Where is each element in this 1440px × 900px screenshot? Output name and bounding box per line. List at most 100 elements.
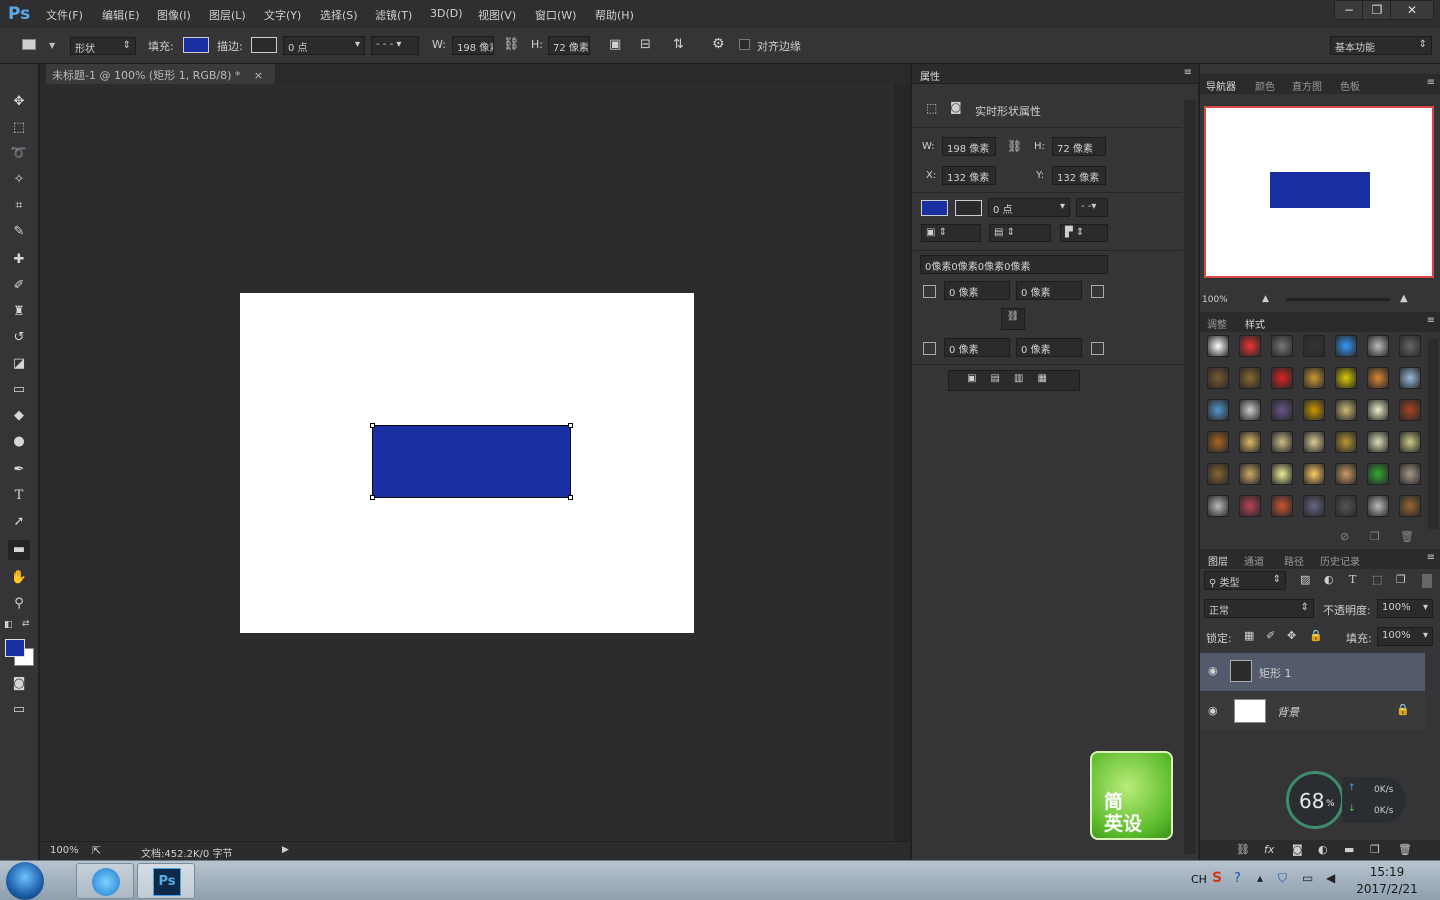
menu-layer[interactable]: 图层(L) (209, 7, 246, 23)
tab-swatches[interactable]: 色板 (1340, 78, 1360, 93)
link-corners-icon[interactable]: ⛓ (1001, 308, 1025, 330)
height-input[interactable]: 72 像素 (548, 36, 590, 55)
lock-image-icon[interactable]: ✐ (1266, 629, 1275, 642)
fill-color-swatch[interactable] (183, 37, 209, 53)
healing-brush-tool-icon[interactable]: ✚ (8, 250, 30, 270)
width-input[interactable]: 198 像素 (452, 36, 494, 55)
shield-icon[interactable]: ⛉ (1278, 871, 1287, 886)
tab-layers[interactable]: 图层 (1208, 553, 1228, 568)
style-preset[interactable] (1207, 463, 1229, 485)
delete-layer-icon[interactable]: 🗑 (1398, 843, 1412, 856)
tab-properties[interactable]: 属性 (920, 68, 940, 83)
ime-indicator[interactable]: CH (1191, 873, 1207, 886)
zoom-level[interactable]: 100% (50, 845, 79, 856)
new-style-icon[interactable]: ❐ (1370, 530, 1380, 543)
start-button[interactable] (6, 862, 44, 900)
close-window-button[interactable]: ✕ (1390, 0, 1434, 20)
prop-stroke-width-input[interactable]: 0 点 ▾ (988, 198, 1070, 217)
stroke-align-select[interactable]: ▣ ⇕ (921, 224, 981, 242)
lock-position-icon[interactable]: ✥ (1287, 629, 1296, 642)
style-preset[interactable] (1207, 495, 1229, 517)
corner-radius-all-input[interactable]: 0像素0像素0像素0像素 (920, 255, 1108, 274)
foreground-color-swatch[interactable] (5, 639, 25, 657)
layer-row-rectangle[interactable]: ◉ 矩形 1 (1200, 653, 1425, 691)
prop-x-input[interactable]: 132 像素 (942, 166, 996, 185)
stamp-tool-icon[interactable]: ♜ (8, 302, 30, 322)
style-preset[interactable] (1335, 335, 1357, 357)
filter-toggle[interactable] (1422, 574, 1432, 588)
style-preset[interactable] (1399, 367, 1421, 389)
style-preset[interactable] (1271, 399, 1293, 421)
tab-paths[interactable]: 路径 (1284, 553, 1304, 568)
new-group-icon[interactable]: ▬ (1344, 843, 1354, 856)
path-arrangement-icon[interactable]: ⇅ (673, 37, 684, 52)
blur-tool-icon[interactable]: ◆ (8, 406, 30, 426)
network-icon[interactable]: ▭ (1302, 871, 1313, 885)
style-preset[interactable] (1239, 367, 1261, 389)
gear-icon[interactable]: ⚙ (712, 36, 725, 52)
menu-file[interactable]: 文件(F) (46, 7, 83, 23)
stroke-color-swatch[interactable] (251, 37, 277, 53)
style-preset[interactable] (1367, 495, 1389, 517)
move-tool-icon[interactable]: ✥ (8, 92, 30, 112)
style-preset[interactable] (1271, 335, 1293, 357)
style-preset[interactable] (1335, 495, 1357, 517)
style-preset[interactable] (1335, 463, 1357, 485)
help-icon[interactable]: ? (1234, 871, 1241, 886)
corner-br-input[interactable]: 0 像素 (1016, 338, 1082, 357)
path-selection-tool-icon[interactable]: ➚ (8, 512, 30, 532)
style-preset[interactable] (1335, 399, 1357, 421)
style-preset[interactable] (1303, 431, 1325, 453)
layer-filter-select[interactable]: ⚲ 类型 ⇕ (1204, 571, 1286, 590)
style-preset[interactable] (1303, 495, 1325, 517)
tab-color[interactable]: 颜色 (1255, 78, 1275, 93)
lasso-tool-icon[interactable]: ➰ (8, 144, 30, 164)
opacity-input[interactable]: 100% ▾ (1377, 599, 1433, 618)
style-preset[interactable] (1207, 399, 1229, 421)
stroke-caps-select[interactable]: ▤ ⇕ (989, 224, 1051, 242)
panel-menu-icon[interactable]: ≡ (1427, 552, 1435, 563)
restore-button[interactable]: ❐ (1362, 0, 1392, 20)
filter-pixel-icon[interactable]: ▨ (1300, 573, 1310, 586)
layer-row-background[interactable]: ◉ 背景 🔒 (1200, 692, 1425, 730)
close-tab-icon[interactable]: × (254, 69, 263, 82)
link-icon[interactable]: ⛓ (1007, 139, 1022, 153)
stroke-type-select[interactable]: - - - ▾ (371, 36, 419, 55)
align-edges-checkbox[interactable] (739, 39, 750, 50)
style-preset[interactable] (1303, 335, 1325, 357)
menu-filter[interactable]: 滤镜(T) (375, 7, 412, 23)
transform-handle-top-right[interactable] (568, 423, 573, 428)
taskbar-clock[interactable]: 15:19 2017/2/21 (1352, 864, 1422, 898)
export-icon[interactable]: ⇱ (92, 844, 101, 857)
transform-handle-bottom-right[interactable] (568, 495, 573, 500)
transform-handle-top-left[interactable] (370, 423, 375, 428)
filter-shape-icon[interactable]: ⬚ (1372, 573, 1382, 586)
volume-icon[interactable]: ◀ (1326, 871, 1335, 885)
menu-view[interactable]: 视图(V) (478, 7, 516, 23)
zoom-in-icon[interactable]: ▲ (1400, 293, 1408, 304)
style-preset[interactable] (1207, 431, 1229, 453)
style-preset[interactable] (1303, 399, 1325, 421)
menu-type[interactable]: 文字(Y) (264, 7, 301, 23)
marquee-tool-icon[interactable]: ⬚ (8, 118, 30, 138)
style-preset[interactable] (1367, 463, 1389, 485)
fill-opacity-input[interactable]: 100% ▾ (1377, 627, 1433, 646)
path-alignment-icon[interactable]: ⊟ (640, 37, 651, 52)
filter-type-icon[interactable]: T (1349, 573, 1356, 586)
style-preset[interactable] (1367, 335, 1389, 357)
eraser-tool-icon[interactable]: ◪ (8, 354, 30, 374)
eye-icon[interactable]: ◉ (1208, 664, 1218, 677)
menu-help[interactable]: 帮助(H) (595, 7, 634, 23)
history-brush-tool-icon[interactable]: ↺ (8, 328, 30, 348)
menu-image[interactable]: 图像(I) (157, 7, 191, 23)
tab-adjustments[interactable]: 调整 (1207, 316, 1227, 331)
lock-transparent-icon[interactable]: ▦ (1244, 629, 1254, 642)
style-preset[interactable] (1335, 431, 1357, 453)
tab-channels[interactable]: 通道 (1244, 553, 1264, 568)
filter-smart-object-icon[interactable]: ❐ (1396, 573, 1406, 586)
crop-tool-icon[interactable]: ⌗ (8, 196, 30, 216)
status-menu-arrow-icon[interactable]: ▶ (282, 845, 289, 855)
prop-fill-swatch[interactable] (921, 200, 948, 216)
transform-handle-bottom-left[interactable] (370, 495, 375, 500)
fx-icon[interactable]: fx (1264, 843, 1274, 856)
